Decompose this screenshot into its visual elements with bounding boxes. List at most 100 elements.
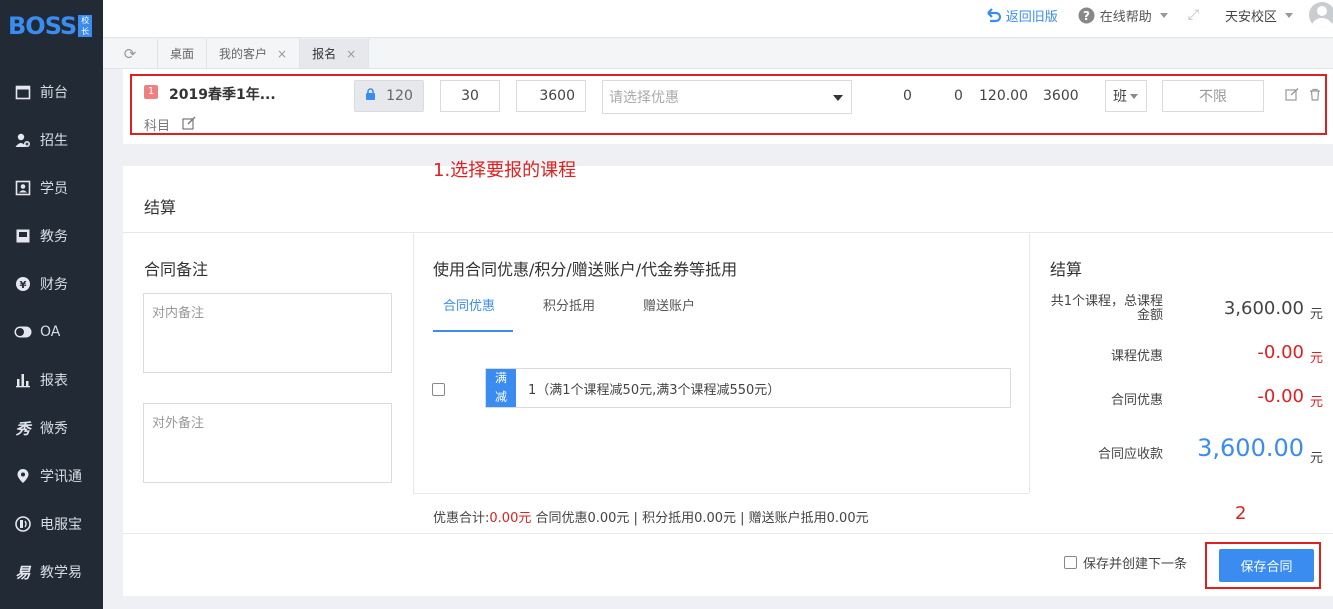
discount-tab-1[interactable]: 积分抵用: [543, 298, 613, 332]
divider: [413, 233, 414, 493]
sidebar-item-label: 报表: [40, 373, 68, 389]
tag-line: 减: [494, 390, 507, 404]
discount-tabs: 合同优惠 积分抵用 赠送账户: [432, 298, 743, 332]
internal-note-placeholder: 对内备注: [152, 306, 205, 321]
sidebar-item-5[interactable]: OA: [0, 308, 103, 356]
summary-details: 合同优惠0.00元 | 积分抵用0.00元 | 赠送账户抵用0.00元: [531, 511, 869, 526]
currency-unit: 元: [1310, 351, 1324, 366]
sidebar-item-label: 电服宝: [40, 517, 82, 533]
currency-unit: 元: [1310, 307, 1324, 322]
campus-selector[interactable]: 天安校区: [1225, 6, 1293, 25]
bar-chart-icon: [14, 371, 32, 389]
expand-icon[interactable]: ⤢: [1188, 7, 1199, 23]
currency-unit: 元: [1310, 395, 1324, 410]
undo-icon: [986, 8, 1001, 23]
discount-tab-2[interactable]: 赠送账户: [643, 298, 713, 332]
back-to-old-version-link[interactable]: 返回旧版: [984, 6, 1058, 25]
sidebar-item-label: 微秀: [40, 421, 68, 437]
full-reduction-tag: 满 减: [486, 369, 516, 407]
sidebar-item-label: 学员: [40, 181, 68, 197]
avatar[interactable]: [1309, 2, 1333, 28]
sidebar-item-0[interactable]: 前台: [0, 68, 103, 116]
divider: [413, 493, 1029, 494]
calendar-icon: [14, 83, 32, 101]
course-discount-label: 课程优惠: [1110, 349, 1163, 364]
total-label-line: 金额: [1136, 308, 1163, 323]
settlement-title: 结算: [144, 198, 177, 217]
chevron-down-icon: [1285, 12, 1293, 18]
svg-text:?: ?: [1083, 9, 1090, 23]
contract-notes-title: 合同备注: [144, 260, 209, 279]
online-help-menu[interactable]: ? 在线帮助: [1078, 6, 1168, 25]
save-next-label: 保存并创建下一条: [1083, 557, 1188, 572]
online-help-label: 在线帮助: [1099, 9, 1152, 25]
sidebar-item-2[interactable]: 学员: [0, 164, 103, 212]
tab-label: 桌面: [170, 47, 195, 61]
currency-unit: 元: [1310, 451, 1324, 466]
tab-bar: ⟳ 桌面 我的客户 × 报名 ×: [103, 39, 1333, 69]
divider: [1029, 233, 1030, 493]
discount-tab-0[interactable]: 合同优惠: [432, 298, 514, 332]
save-next-checkbox[interactable]: [1064, 556, 1077, 569]
contract-discount-amount: -0.00: [1257, 386, 1304, 407]
sidebar-item-3[interactable]: 教务: [0, 212, 103, 260]
sidebar-item-4[interactable]: ¥ 财务: [0, 260, 103, 308]
id-card-icon: [14, 179, 32, 197]
book-icon: [14, 227, 32, 245]
divider: [123, 232, 1333, 233]
logo-tag: 校长: [78, 15, 93, 37]
receivable-label: 合同应收款: [1097, 447, 1163, 462]
annotation-highlight-save: [1205, 542, 1321, 589]
teaching-icon: 易: [15, 563, 31, 582]
annotation-highlight-course: [130, 74, 1327, 135]
discount-section-title: 使用合同优惠/积分/赠送账户/代金券等抵用: [433, 260, 738, 279]
external-note-field[interactable]: 对外备注: [143, 403, 392, 483]
sidebar-item-label: 前台: [40, 85, 68, 101]
yen-icon: ¥: [14, 275, 32, 293]
discount-rule-text: 1（满1个课程减50元,满3个课程减550元）: [528, 382, 781, 398]
sidebar-item-label: 招生: [40, 133, 68, 149]
toggle-icon: [14, 323, 32, 341]
tab-label: 报名: [312, 47, 337, 61]
add-user-icon: [14, 131, 32, 149]
sidebar-item-label: 教学易: [40, 565, 82, 581]
sidebar-item-8[interactable]: 学讯通: [0, 452, 103, 500]
svg-text:¥: ¥: [20, 280, 27, 291]
contract-discount-label: 合同优惠: [1110, 393, 1163, 408]
total-amount: 3,600.00: [1223, 298, 1304, 319]
tab-1[interactable]: 我的客户 ×: [207, 39, 301, 68]
summary-amount: 0.00元: [489, 511, 532, 526]
sidebar-item-label: OA: [40, 324, 61, 340]
top-bar: 返回旧版 ? 在线帮助 ⤢ 天安校区: [103, 0, 1333, 38]
total-label: 共1个课程，总课程 金额: [1043, 295, 1163, 323]
save-and-create-next-option[interactable]: 保存并创建下一条: [1064, 553, 1187, 572]
internal-note-field[interactable]: 对内备注: [143, 293, 392, 373]
close-icon[interactable]: ×: [277, 47, 287, 61]
logo: BOSS 校长: [0, 0, 103, 52]
sidebar-item-label: 教务: [40, 229, 68, 245]
tab-0[interactable]: 桌面: [158, 39, 208, 68]
settlement-panel: 结算 合同备注 对内备注 对外备注 使用合同优惠/积分/赠送账户/代金券等抵用 …: [123, 166, 1333, 596]
sidebar-item-10[interactable]: 易教学易: [0, 548, 103, 596]
discount-rule-item[interactable]: 满 减 1（满1个课程减50元,满3个课程减550元）: [485, 368, 1011, 408]
sidebar-item-1[interactable]: 招生: [0, 116, 103, 164]
tab-label: 我的客户: [219, 47, 268, 61]
receivable-amount: 3,600.00: [1197, 434, 1304, 462]
chevron-down-icon: [1159, 12, 1168, 18]
sidebar-item-9[interactable]: 电服宝: [0, 500, 103, 548]
sidebar-item-label: 财务: [40, 277, 68, 293]
divider: [123, 533, 1333, 534]
phone-service-icon: [14, 515, 32, 533]
close-icon[interactable]: ×: [346, 47, 356, 61]
sidebar-item-6[interactable]: 报表: [0, 356, 103, 404]
discount-checkbox[interactable]: [432, 383, 445, 396]
external-note-placeholder: 对外备注: [152, 416, 205, 431]
annotation-step-1: 1.选择要报的课程: [433, 160, 577, 181]
refresh-icon[interactable]: ⟳: [103, 39, 158, 68]
campus-label: 天安校区: [1224, 9, 1277, 25]
wei-xiu-icon: 秀: [15, 419, 31, 438]
tab-2[interactable]: 报名 ×: [300, 39, 370, 68]
tag-line: 满: [494, 371, 507, 385]
sidebar-menu: 前台 招生 学员 教务 ¥ 财务 OA 报表秀微秀 学讯通 电服宝易教学易: [0, 68, 103, 596]
sidebar-item-7[interactable]: 秀微秀: [0, 404, 103, 452]
